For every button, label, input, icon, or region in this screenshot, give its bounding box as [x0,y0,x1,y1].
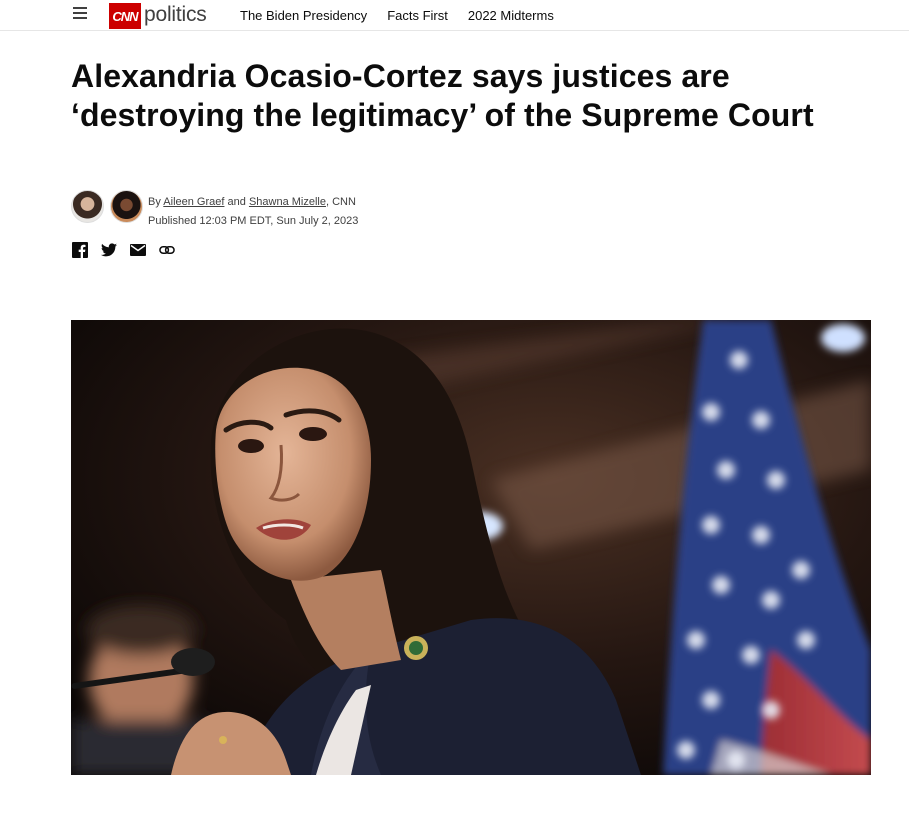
cnn-logo-mark: CNN [109,3,141,29]
congressional-pin [404,636,428,660]
nav-link-biden-presidency[interactable]: The Biden Presidency [240,8,367,23]
nav-link-facts-first[interactable]: Facts First [387,8,448,23]
link-icon[interactable] [159,242,175,258]
author-avatar-shawna-mizelle[interactable] [110,190,143,223]
publish-timestamp: Published 12:03 PM EDT, Sun July 2, 2023 [148,215,359,227]
byline: By Aileen Graef and Shawna Mizelle, CNN … [148,193,358,231]
facebook-icon[interactable] [72,242,88,258]
hero-image [71,320,871,775]
site-header: CNN politics The Biden Presidency Facts … [0,0,909,31]
byline-authors: By Aileen Graef and Shawna Mizelle, CNN [148,193,358,212]
email-icon[interactable] [130,242,146,258]
share-bar [72,242,188,258]
hero-photo-illustration [71,320,871,775]
twitter-icon[interactable] [101,242,117,258]
byline-joiner: and [227,196,246,208]
cnn-politics-logo[interactable]: CNN politics [109,3,207,29]
nav-link-2022-midterms[interactable]: 2022 Midterms [468,8,554,23]
section-nav: The Biden Presidency Facts First 2022 Mi… [240,8,574,23]
hamburger-menu-icon[interactable] [73,7,88,22]
section-name: politics [144,3,207,26]
byline-prefix: By [148,196,161,208]
author-link-aileen-graef[interactable]: Aileen Graef [163,196,224,208]
byline-outlet: , CNN [325,196,356,208]
article-headline: Alexandria Ocasio-Cortez says justices a… [71,58,814,133]
author-link-shawna-mizelle[interactable]: Shawna Mizelle [249,196,326,208]
author-avatar-aileen-graef[interactable] [71,190,104,223]
